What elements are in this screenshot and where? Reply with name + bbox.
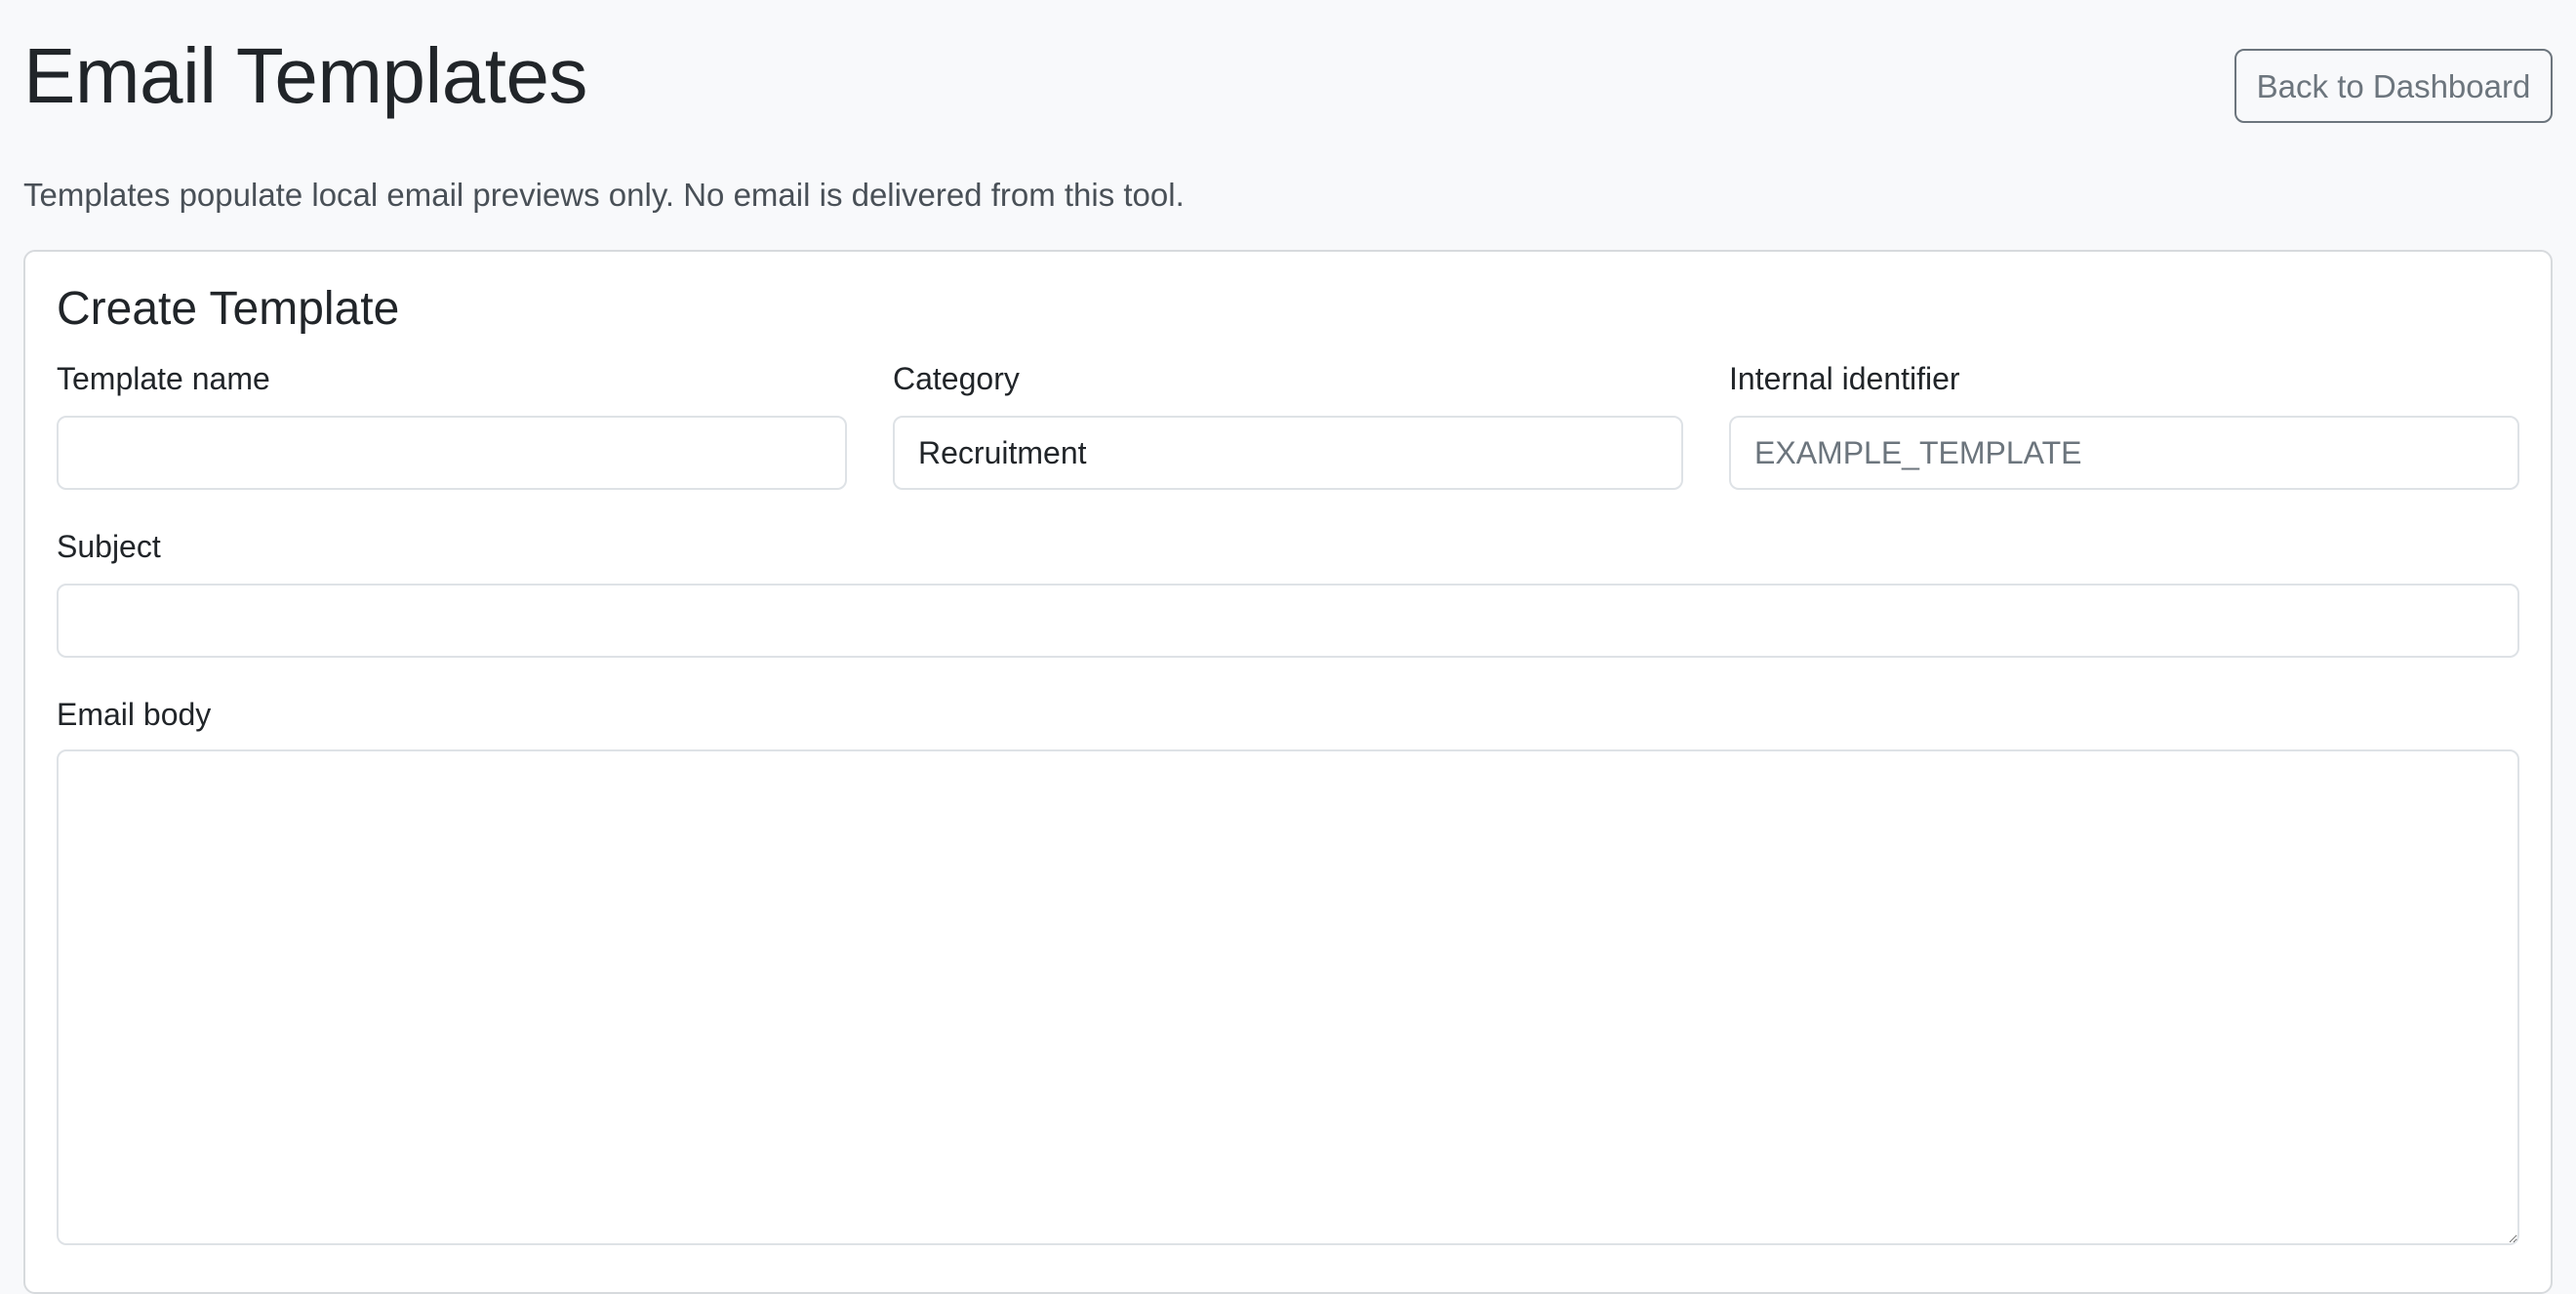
template-name-label: Template name xyxy=(57,361,270,396)
subject-field: Subject xyxy=(57,527,2519,664)
subject-label: Subject xyxy=(57,529,161,564)
internal-identifier-input[interactable] xyxy=(1729,416,2519,490)
email-body-field: Email body xyxy=(57,695,2519,1261)
subject-input[interactable] xyxy=(57,584,2519,658)
internal-identifier-field: Internal identifier xyxy=(1729,359,2519,496)
create-template-card: Create Template Template name Category I… xyxy=(23,250,2553,1294)
category-input[interactable] xyxy=(893,416,1683,490)
internal-identifier-label: Internal identifier xyxy=(1729,361,1960,396)
email-body-label: Email body xyxy=(57,697,212,732)
template-name-input[interactable] xyxy=(57,416,847,490)
email-body-textarea[interactable] xyxy=(57,749,2519,1245)
page-note: Templates populate local email previews … xyxy=(23,177,1185,213)
back-to-dashboard-button[interactable]: Back to Dashboard xyxy=(2234,49,2553,123)
category-label: Category xyxy=(893,361,1020,396)
card-title: Create Template xyxy=(57,283,400,335)
category-field: Category xyxy=(893,359,1683,496)
template-name-field: Template name xyxy=(57,359,847,496)
page-title: Email Templates xyxy=(23,32,587,119)
page-header: Email Templates Back to Dashboard xyxy=(23,29,2553,127)
